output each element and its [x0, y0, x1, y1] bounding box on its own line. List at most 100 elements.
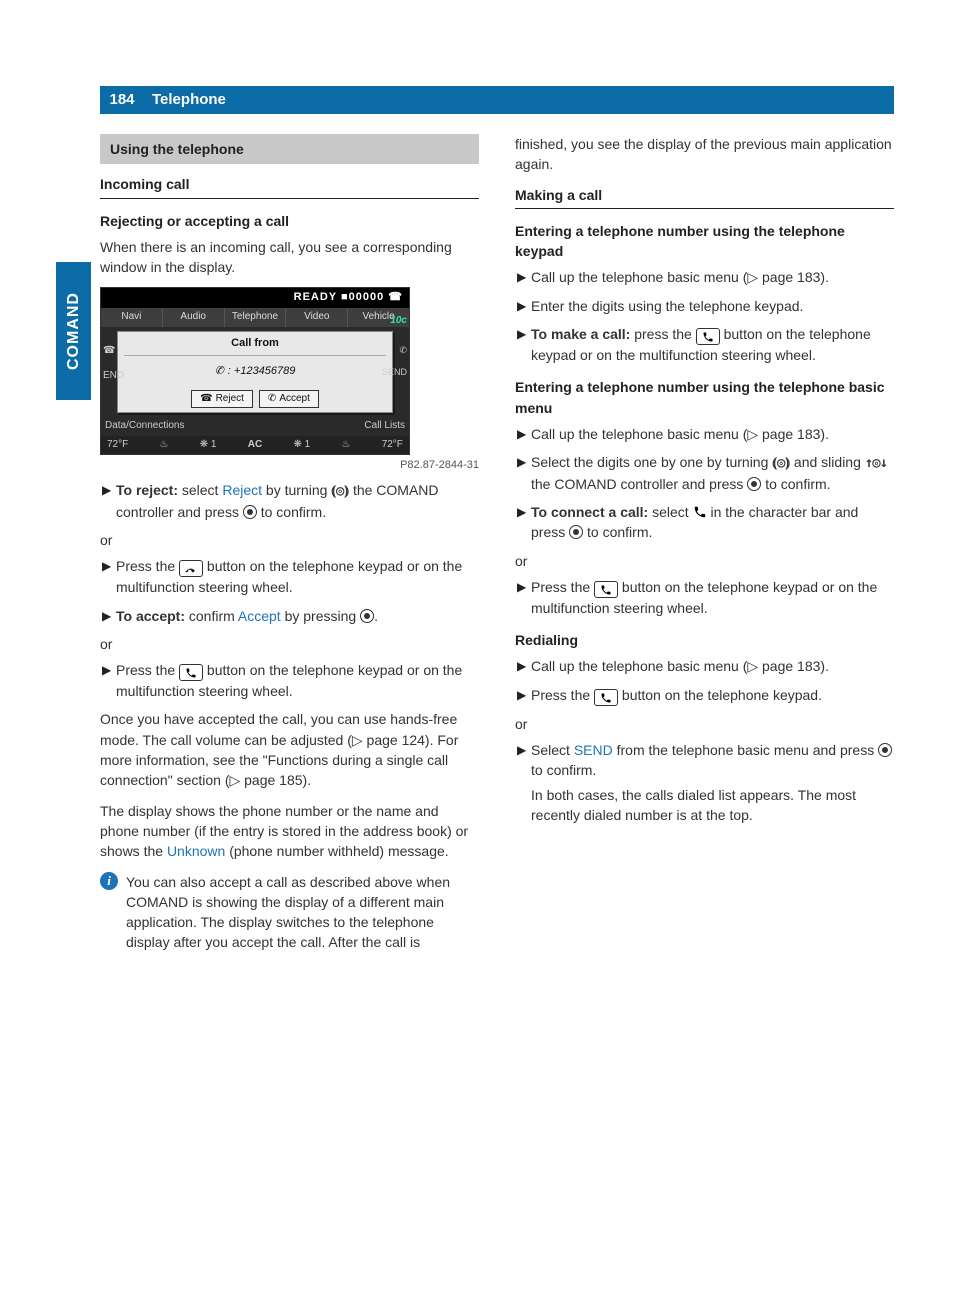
intro-paragraph: When there is an incoming call, you see …: [100, 237, 479, 278]
shot-lower-bar: Data/Connections Call Lists: [101, 417, 409, 436]
step-label: To accept:: [116, 608, 185, 624]
press-controller-icon: [360, 609, 374, 623]
pickup-button-icon: [594, 581, 618, 598]
step-marker-icon: ▶: [102, 606, 116, 626]
shot-left-icons: ☎ END: [103, 344, 124, 383]
pickup-button-icon: [594, 689, 618, 706]
shot-reject-button: ☎Reject: [191, 390, 253, 409]
t: select: [648, 504, 692, 520]
shot-dialog-title: Call from: [124, 336, 386, 356]
t: (phone number withheld) message.: [225, 843, 448, 859]
turn-controller-icon: ⦅◎⦆: [772, 453, 790, 473]
step-marker-icon: ▶: [517, 424, 531, 444]
step-marker-icon: ▶: [517, 296, 531, 316]
turn-controller-icon: ⦅◎⦆: [331, 481, 349, 501]
step-marker-icon: ▶: [517, 267, 531, 287]
left-column: Using the telephone Incoming call Reject…: [100, 134, 479, 953]
step-marker-icon: ▶: [517, 685, 531, 706]
t: confirm: [185, 608, 238, 624]
t: Call up the telephone basic menu (▷ page…: [531, 656, 894, 676]
t: Press the: [116, 662, 179, 678]
step-marker-icon: ▶: [102, 480, 116, 522]
pickup-icon: ✆: [268, 392, 276, 407]
step-reject-press: ▶ Press the button on the telephone keyp…: [100, 556, 479, 597]
accept-label: Accept: [279, 392, 310, 407]
side-tab: COMAND: [56, 262, 91, 400]
step-a2: ▶ Enter the digits using the telephone k…: [515, 296, 894, 316]
dialog-number-text: : +123456789: [228, 364, 296, 380]
lower-left-label: Data/Connections: [105, 419, 185, 434]
page-header: 184 Telephone: [100, 86, 894, 114]
shot-tab-video: Video: [286, 308, 348, 327]
shot-signal-badge: 10c: [390, 314, 407, 329]
heading-enter-keypad: Entering a telephone number using the te…: [515, 221, 894, 262]
step-marker-icon: ▶: [517, 577, 531, 618]
step-b2: ▶ Select the digits one by one by turnin…: [515, 452, 894, 494]
heading-enter-basic-menu: Entering a telephone number using the te…: [515, 377, 894, 418]
step-accept-confirm: ▶ To accept: confirm Accept by pressing …: [100, 606, 479, 626]
seat-icon: ♨: [341, 438, 350, 453]
heading-incoming-call: Incoming call: [100, 174, 479, 198]
step-a3: ▶ To make a call: press the button on th…: [515, 324, 894, 365]
step-marker-icon: ▶: [517, 656, 531, 676]
incoming-call-figure: READY ■00000 ☎ Navi Audio Telephone Vide…: [100, 287, 479, 474]
step-marker-icon: ▶: [517, 740, 531, 825]
or-separator: or: [100, 530, 479, 550]
section-bar: Using the telephone: [100, 134, 479, 164]
ac-label: AC: [248, 438, 262, 453]
press-controller-icon: [569, 525, 583, 539]
step-label: To reject:: [116, 482, 178, 498]
step-c1: ▶ Call up the telephone basic menu (▷ pa…: [515, 656, 894, 676]
info-text: You can also accept a call as described …: [126, 872, 479, 953]
info-icon: i: [100, 872, 118, 890]
t: from the telephone basic menu and press: [613, 742, 878, 758]
pickup-icon: ✆: [399, 344, 407, 357]
seat-icon: ♨: [160, 438, 169, 453]
fan-right: ❋ 1: [293, 438, 310, 453]
right-column: finished, you see the display of the pre…: [515, 134, 894, 953]
paragraph-display: The display shows the phone number or th…: [100, 801, 479, 862]
t: Press the: [116, 558, 179, 574]
t: to confirm.: [583, 524, 652, 540]
comand-screenshot: READY ■00000 ☎ Navi Audio Telephone Vide…: [100, 287, 410, 455]
hangup-button-icon: [179, 560, 203, 577]
t: the COMAND controller and press: [531, 476, 747, 492]
paragraph-handsfree: Once you have accepted the call, you can…: [100, 709, 479, 790]
t: button on the telephone keypad.: [618, 687, 822, 703]
or-separator: or: [100, 634, 479, 654]
step-b4: ▶ Press the button on the telephone keyp…: [515, 577, 894, 618]
step-label: To make a call:: [531, 326, 630, 342]
step-marker-icon: ▶: [517, 324, 531, 365]
press-controller-icon: [747, 477, 761, 491]
heading-making-call: Making a call: [515, 185, 894, 209]
page-number: 184: [100, 89, 144, 111]
t: by turning: [262, 482, 331, 498]
step-a1: ▶ Call up the telephone basic menu (▷ pa…: [515, 267, 894, 287]
step-b3: ▶ To connect a call: select in the chara…: [515, 502, 894, 543]
lower-right-label: Call Lists: [364, 419, 405, 434]
heading-reject-accept: Rejecting or accepting a call: [100, 211, 479, 231]
shot-status-bar: READY ■00000 ☎: [101, 288, 409, 308]
t: In both cases, the calls dialed list app…: [531, 785, 894, 826]
send-label: SEND: [382, 366, 407, 379]
pickup-button-icon: [179, 664, 203, 681]
or-separator: or: [515, 714, 894, 734]
shot-climate-footer: 72°F ♨ ❋ 1 AC ❋ 1 ♨ 72°F: [101, 436, 409, 455]
t: and sliding: [790, 454, 865, 470]
step-label: To connect a call:: [531, 504, 648, 520]
side-tab-label: COMAND: [65, 292, 82, 370]
shot-tab-navi: Navi: [101, 308, 163, 327]
step-marker-icon: ▶: [102, 660, 116, 701]
shot-tab-audio: Audio: [163, 308, 225, 327]
temp-right: 72°F: [382, 438, 403, 453]
t: Select: [531, 742, 574, 758]
pickup-button-icon: [696, 328, 720, 345]
step-b1: ▶ Call up the telephone basic menu (▷ pa…: [515, 424, 894, 444]
temp-left: 72°F: [107, 438, 128, 453]
shot-dialog-number: ✆ : +123456789: [124, 364, 386, 380]
hangup-icon: ☎: [103, 344, 124, 359]
t: to confirm.: [761, 476, 830, 492]
press-controller-icon: [878, 743, 892, 757]
ui-send-word: SEND: [574, 742, 613, 758]
ui-accept-word: Accept: [238, 608, 281, 624]
